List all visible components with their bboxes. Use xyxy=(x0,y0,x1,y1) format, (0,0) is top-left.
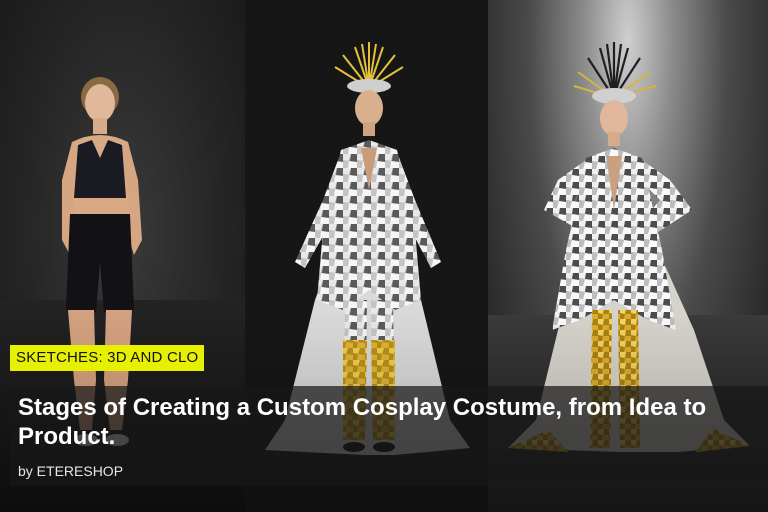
category-tag[interactable]: SKETCHES: 3D AND CLO xyxy=(10,345,205,371)
post-title[interactable]: Stages of Creating a Custom Cosplay Cost… xyxy=(18,393,758,451)
post-author[interactable]: by ETERESHOP xyxy=(18,462,123,480)
featured-post-card[interactable]: SKETCHES: 3D AND CLO Stages of Creating … xyxy=(0,0,768,512)
